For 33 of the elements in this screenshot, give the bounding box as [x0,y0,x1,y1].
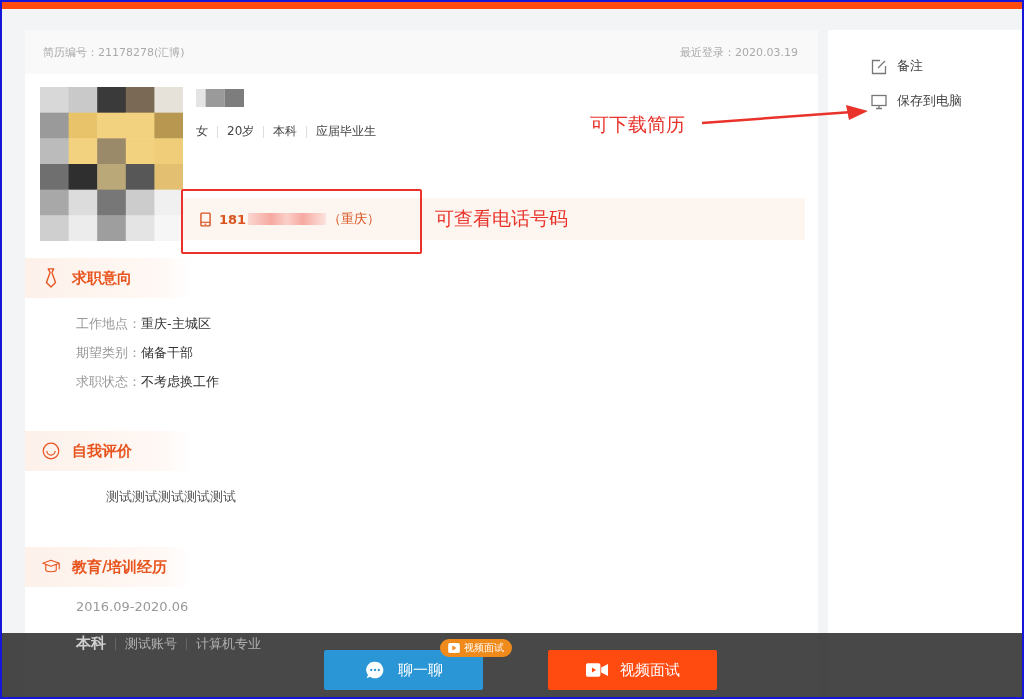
education-degree: 本科 [76,634,106,653]
smiley-icon [42,441,60,461]
edit-icon [871,58,887,75]
video-camera-icon [585,660,608,680]
monitor-icon [871,93,887,110]
field-value: 重庆-主城区 [141,316,211,333]
field-label: 期望类别： [76,345,141,362]
section-title: 求职意向 [72,268,132,288]
section-title: 教育/培训经历 [72,557,168,577]
self-evaluation-text: 测试测试测试测试测试 [105,488,237,506]
play-icon [448,643,460,653]
side-action-link[interactable]: 保存到电脑 [871,93,1022,110]
phone-region: （重庆） [328,210,381,228]
field-value: 储备干部 [141,345,193,362]
phone-number: 181 [219,211,247,227]
education-school: 测试账号 [125,634,177,653]
last-login: 最近登录：2020.03.19 [680,44,798,60]
phone-icon [200,211,211,227]
field-value: 不考虑换工作 [141,374,219,391]
education-major: 计算机专业 [196,634,261,653]
profile-detail: 本科 [273,123,298,140]
chat-bubble-icon [364,660,386,680]
field-label: 工作地点： [76,316,141,333]
annotation-text: 可查看电话号码 [435,206,568,231]
education-period: 2016.09-2020.06 [76,599,190,614]
profile-detail: 女 [196,123,208,140]
profile-detail: 应届毕业生 [316,123,377,140]
resume-id: 简历编号：21178278(汇博) [43,44,185,60]
field-label: 求职状态： [76,374,141,391]
side-action-link[interactable]: 备注 [871,58,1022,75]
profile-detail: 20岁 [227,123,255,140]
annotation-text: 可下载简历 [590,112,685,137]
section-title: 自我评价 [72,441,132,461]
